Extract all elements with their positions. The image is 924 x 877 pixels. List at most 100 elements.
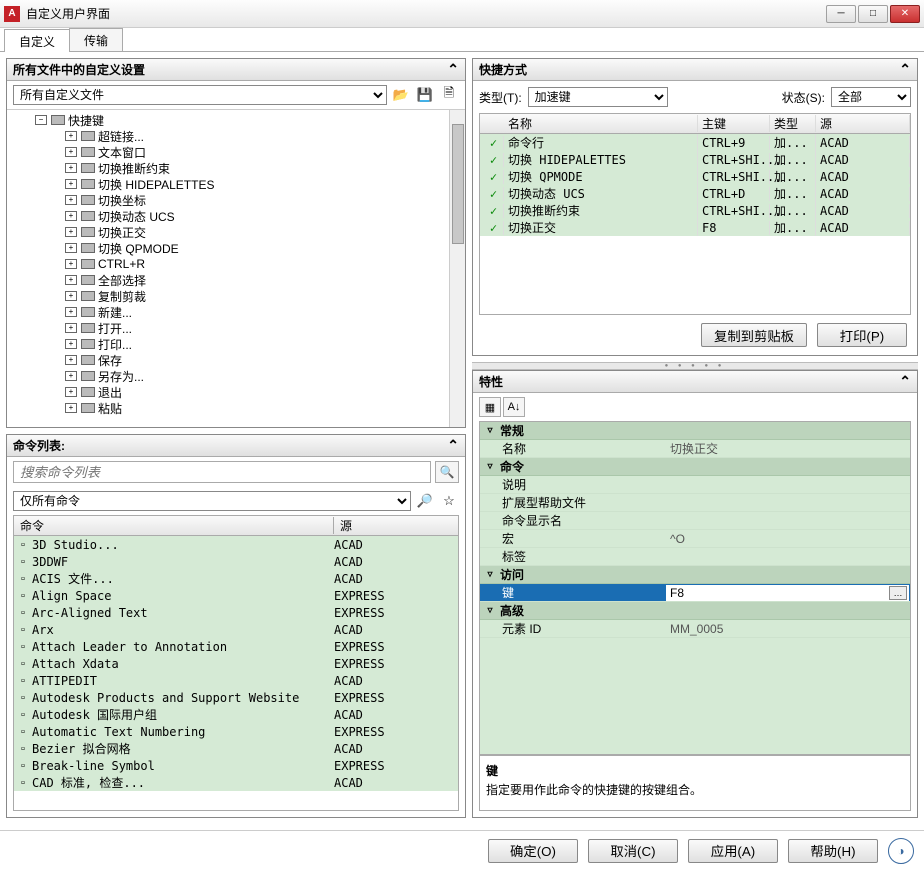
command-row[interactable]: ▫ArxACAD [14, 621, 458, 638]
expand-icon[interactable] [65, 259, 77, 269]
copy-clipboard-button[interactable]: 复制到剪贴板 [701, 323, 807, 347]
tree-item[interactable]: 切换坐标 [9, 192, 463, 208]
tree-item[interactable]: 切换动态 UCS [9, 208, 463, 224]
type-dropdown[interactable]: 加速键 [528, 87, 668, 107]
prop-row[interactable]: 命令显示名 [480, 512, 910, 530]
tree-item[interactable]: 新建... [9, 304, 463, 320]
command-row[interactable]: ▫Attach XdataEXPRESS [14, 655, 458, 672]
cancel-button[interactable]: 取消(C) [588, 839, 678, 863]
collapse-icon[interactable]: ⌃ [899, 373, 911, 390]
prop-row[interactable]: 键F8… [480, 584, 910, 602]
shortcut-row[interactable]: ✓切换推断约束CTRL+SHI...加...ACAD [480, 202, 910, 219]
tree-item[interactable]: 退出 [9, 384, 463, 400]
command-row[interactable]: ▫Break-line SymbolEXPRESS [14, 757, 458, 774]
tree-item[interactable]: 粘贴 [9, 400, 463, 416]
command-row[interactable]: ▫3DDWFACAD [14, 553, 458, 570]
prop-row[interactable]: 标签 [480, 548, 910, 566]
col-src[interactable]: 源 [816, 115, 910, 132]
expand-icon[interactable] [65, 307, 77, 317]
expand-icon[interactable] [65, 291, 77, 301]
expand-icon[interactable] [65, 355, 77, 365]
search-button[interactable]: 🔍 [435, 461, 459, 483]
expand-icon[interactable] [65, 227, 77, 237]
tree-item[interactable]: 全部选择 [9, 272, 463, 288]
shortcut-row[interactable]: ✓切换正交F8加...ACAD [480, 219, 910, 236]
prop-row[interactable]: 说明 [480, 476, 910, 494]
minimize-button[interactable]: ─ [826, 5, 856, 23]
expand-icon[interactable] [65, 211, 77, 221]
command-row[interactable]: ▫Align SpaceEXPRESS [14, 587, 458, 604]
tree-item[interactable]: 超链接... [9, 128, 463, 144]
print-button[interactable]: 打印(P) [817, 323, 907, 347]
state-dropdown[interactable]: 全部 [831, 87, 911, 107]
save-icon[interactable]: 💾 [415, 85, 435, 105]
col-type[interactable]: 类型 [770, 115, 816, 132]
expand-icon[interactable] [65, 147, 77, 157]
expand-icon[interactable] [65, 131, 77, 141]
command-row[interactable]: ▫ACIS 文件...ACAD [14, 570, 458, 587]
close-button[interactable]: ✕ [890, 5, 920, 23]
col-source[interactable]: 源 [334, 517, 458, 534]
tab-transfer[interactable]: 传输 [69, 28, 123, 51]
tree-item[interactable]: 保存 [9, 352, 463, 368]
prop-group[interactable]: ▿高级 [480, 602, 910, 620]
ok-button[interactable]: 确定(O) [488, 839, 578, 863]
expand-icon[interactable] [65, 403, 77, 413]
files-dropdown[interactable]: 所有自定义文件 [13, 85, 387, 105]
command-row[interactable]: ▫3D Studio...ACAD [14, 536, 458, 553]
expand-icon[interactable] [65, 323, 77, 333]
tree-item[interactable]: CTRL+R [9, 256, 463, 272]
col-command[interactable]: 命令 [14, 517, 334, 534]
command-row[interactable]: ▫Arc-Aligned TextEXPRESS [14, 604, 458, 621]
collapse-icon[interactable]: ▿ [484, 605, 496, 616]
help-button[interactable]: 帮助(H) [788, 839, 878, 863]
col-key[interactable]: 主键 [698, 115, 770, 132]
shortcut-row[interactable]: ✓命令行CTRL+9加...ACAD [480, 134, 910, 151]
prop-row[interactable]: 扩展型帮助文件 [480, 494, 910, 512]
col-name[interactable]: 名称 [504, 115, 698, 132]
command-filter-dropdown[interactable]: 仅所有命令 [13, 491, 411, 511]
maximize-button[interactable]: □ [858, 5, 888, 23]
prop-group[interactable]: ▿常规 [480, 422, 910, 440]
collapse-icon[interactable]: ⌃ [447, 437, 459, 454]
command-row[interactable]: ▫CAD 标准, 检查...ACAD [14, 774, 458, 791]
prop-row[interactable]: 元素 IDMM_0005 [480, 620, 910, 638]
tree-item[interactable]: 切换 QPMODE [9, 240, 463, 256]
context-help-icon[interactable]: ◑ [888, 838, 914, 864]
command-row[interactable]: ▫ATTIPEDITACAD [14, 672, 458, 689]
search-input[interactable] [13, 461, 431, 483]
find-icon[interactable]: 🔎 [415, 491, 435, 511]
prop-row[interactable]: 宏^O [480, 530, 910, 548]
prop-group[interactable]: ▿访问 [480, 566, 910, 584]
open-file-icon[interactable]: 📂 [391, 85, 411, 105]
expand-icon[interactable] [65, 339, 77, 349]
property-grid[interactable]: ▿常规名称切换正交▿命令说明扩展型帮助文件命令显示名宏^O标签▿访问键F8…▿高… [479, 421, 911, 755]
tree-item[interactable]: 切换 HIDEPALETTES [9, 176, 463, 192]
tree-item[interactable]: 打开... [9, 320, 463, 336]
expand-icon[interactable] [65, 275, 77, 285]
collapse-icon[interactable]: ▿ [484, 425, 496, 436]
apply-button[interactable]: 应用(A) [688, 839, 778, 863]
tree-item[interactable]: 切换正交 [9, 224, 463, 240]
expand-icon[interactable] [65, 195, 77, 205]
prop-group[interactable]: ▿命令 [480, 458, 910, 476]
command-row[interactable]: ▫Automatic Text NumberingEXPRESS [14, 723, 458, 740]
star-icon[interactable]: ☆ [439, 491, 459, 511]
expand-icon[interactable] [65, 179, 77, 189]
collapse-icon[interactable]: ▿ [484, 569, 496, 580]
tree-item[interactable]: 文本窗口 [9, 144, 463, 160]
alphabetical-icon[interactable]: A↓ [503, 397, 525, 417]
shortcut-row[interactable]: ✓切换动态 UCSCTRL+D加...ACAD [480, 185, 910, 202]
browse-button[interactable]: … [889, 586, 907, 600]
categorized-icon[interactable]: ▦ [479, 397, 501, 417]
command-row[interactable]: ▫Attach Leader to AnnotationEXPRESS [14, 638, 458, 655]
tree-item[interactable]: 打印... [9, 336, 463, 352]
save-all-icon[interactable]: 🗎 [439, 85, 459, 105]
expand-icon[interactable] [65, 243, 77, 253]
expand-icon[interactable] [65, 163, 77, 173]
command-row[interactable]: ▫Autodesk 国际用户组ACAD [14, 706, 458, 723]
tree-scrollbar[interactable] [449, 110, 465, 427]
tree-view[interactable]: 快捷键 超链接...文本窗口切换推断约束切换 HIDEPALETTES切换坐标切… [7, 109, 465, 427]
tab-customize[interactable]: 自定义 [4, 29, 70, 52]
collapse-icon[interactable]: ⌃ [447, 61, 459, 78]
